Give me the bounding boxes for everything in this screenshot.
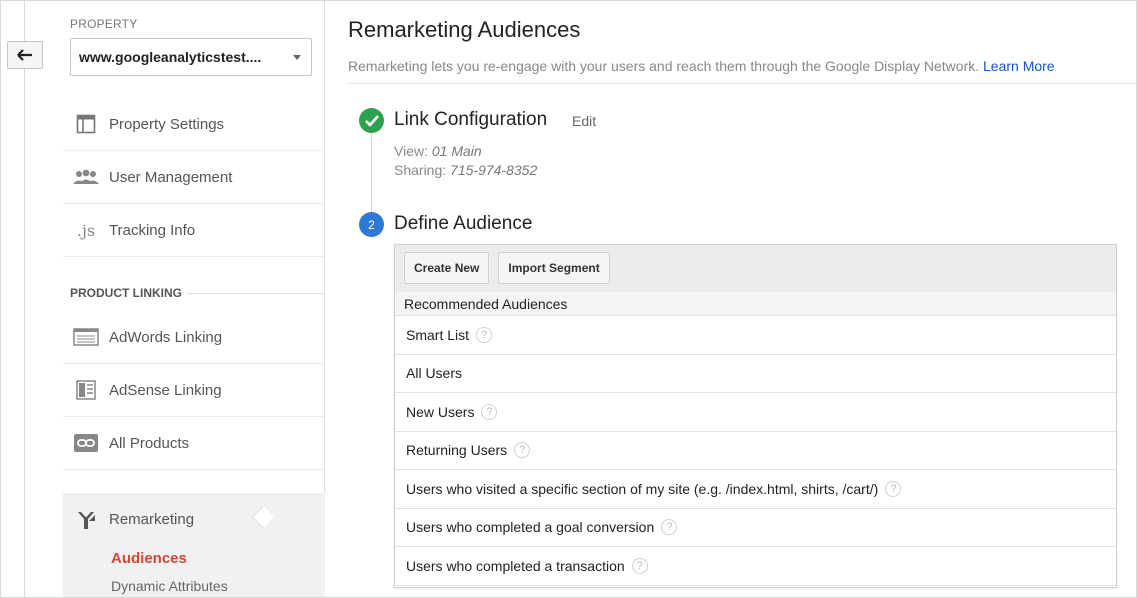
product-linking-heading: PRODUCT LINKING: [70, 286, 182, 300]
audience-label: New Users: [406, 403, 475, 420]
main-content: Remarketing Audiences Remarketing lets y…: [325, 1, 1136, 597]
view-config: View: 01 Main: [394, 143, 482, 159]
sharing-config: Sharing: 715-974-8352: [394, 162, 537, 178]
back-button[interactable]: [7, 41, 43, 69]
audience-label: Users who completed a transaction: [406, 557, 625, 574]
sharing-label: Sharing:: [394, 162, 447, 178]
description-text: Remarketing lets you re-engage with your…: [348, 58, 980, 74]
edit-link[interactable]: Edit: [572, 113, 596, 129]
nav-item-label: AdSense Linking: [109, 381, 222, 399]
recommended-audiences-heading: Recommended Audiences: [395, 292, 1116, 316]
chevron-down-icon: [293, 55, 301, 60]
sharing-value: 715-974-8352: [450, 162, 538, 178]
sidebar: PROPERTY www.googleanalyticstest.... Pro…: [63, 1, 325, 597]
property-settings-icon: [63, 114, 109, 134]
nav-item-label: User Management: [109, 168, 233, 186]
nav-item-adsense-linking[interactable]: AdSense Linking: [63, 364, 325, 417]
nav-item-user-management[interactable]: User Management: [63, 151, 325, 204]
audience-row-all-users[interactable]: All Users: [395, 355, 1116, 393]
nav-item-remarketing[interactable]: Remarketing: [63, 493, 325, 546]
audience-label: Users who completed a goal conversion: [406, 519, 655, 536]
view-value: 01 Main: [431, 143, 482, 159]
check-icon: [364, 114, 379, 127]
property-select-value: www.googleanalyticstest....: [79, 49, 262, 65]
link-icon: [63, 434, 109, 452]
nav-item-adwords-linking[interactable]: AdWords Linking: [63, 311, 325, 364]
step-connector: [371, 127, 372, 217]
nav-item-label: Tracking Info: [109, 221, 196, 239]
nav-item-all-products[interactable]: All Products: [63, 417, 325, 470]
property-select[interactable]: www.googleanalyticstest....: [70, 38, 312, 76]
nav-item-tracking-info[interactable]: .js Tracking Info: [63, 204, 325, 257]
audience-row-transaction[interactable]: Users who completed a transaction ?: [395, 547, 1116, 586]
nav-item-label: AdWords Linking: [109, 328, 223, 346]
app-frame: PROPERTY www.googleanalyticstest.... Pro…: [0, 0, 1137, 598]
audience-label: Returning Users: [406, 442, 508, 459]
sidebar-item-audiences[interactable]: Audiences: [111, 550, 187, 567]
audience-row-smart-list[interactable]: Smart List ?: [395, 316, 1116, 355]
property-label: PROPERTY: [70, 17, 138, 31]
step1-complete-badge: [359, 108, 384, 133]
step2-number-badge: 2: [359, 212, 384, 237]
audience-panel: Create New Import Segment Recommended Au…: [394, 244, 1117, 588]
step2-title: Define Audience: [394, 213, 533, 234]
nav-item-label: All Products: [109, 434, 190, 452]
js-icon: .js: [76, 220, 96, 240]
audience-label: All Users: [406, 365, 463, 382]
help-icon[interactable]: ?: [481, 403, 498, 420]
learn-more-link[interactable]: Learn More: [983, 58, 1055, 74]
help-icon[interactable]: ?: [514, 442, 531, 459]
help-icon[interactable]: ?: [661, 519, 678, 536]
header-divider: [348, 83, 1136, 84]
adsense-icon: [63, 380, 109, 400]
left-rail: [1, 1, 63, 597]
nav-item-label: Remarketing: [109, 511, 195, 528]
create-new-button[interactable]: Create New: [404, 252, 490, 284]
view-label: View:: [394, 143, 428, 159]
audience-row-site-section[interactable]: Users who visited a specific section of …: [395, 470, 1116, 509]
rail-divider: [24, 1, 25, 597]
adwords-icon: [63, 328, 109, 346]
nav-item-property-settings[interactable]: Property Settings: [63, 98, 325, 151]
sidebar-item-dynamic-attributes[interactable]: Dynamic Attributes: [111, 578, 228, 594]
page-description: Remarketing lets you re-engage with your…: [348, 58, 1055, 74]
nav-item-label: Property Settings: [109, 115, 225, 133]
audience-row-new-users[interactable]: New Users ?: [395, 393, 1116, 432]
users-icon: [63, 169, 109, 185]
step1-title: Link Configuration: [394, 109, 548, 130]
audience-label: Users who visited a specific section of …: [406, 480, 879, 497]
audience-toolbar: Create New Import Segment: [395, 245, 1116, 292]
section-divider: [187, 293, 325, 294]
audience-row-returning-users[interactable]: Returning Users ?: [395, 432, 1116, 470]
import-segment-button[interactable]: Import Segment: [498, 252, 610, 284]
help-icon[interactable]: ?: [476, 326, 493, 343]
help-icon[interactable]: ?: [631, 557, 648, 574]
remarketing-icon: [63, 510, 109, 530]
audience-row-goal-conversion[interactable]: Users who completed a goal conversion ?: [395, 509, 1116, 547]
help-icon[interactable]: ?: [885, 480, 902, 497]
back-arrow-icon: [17, 49, 32, 61]
page-title: Remarketing Audiences: [348, 17, 581, 42]
audience-label: Smart List: [406, 326, 470, 343]
